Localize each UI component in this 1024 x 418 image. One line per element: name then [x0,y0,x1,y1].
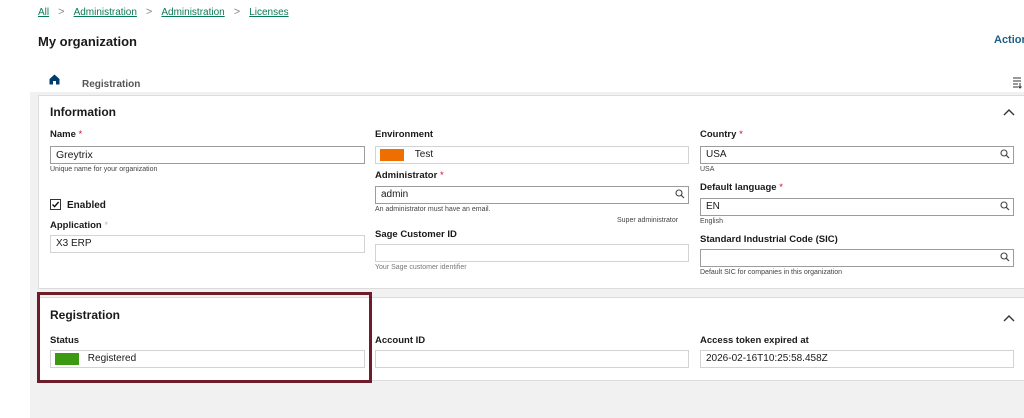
default-language-help: English [700,218,723,225]
country-help: USA [700,166,715,173]
chevron-up-icon[interactable] [1003,105,1015,119]
required-mark: * [739,129,743,140]
enabled-checkbox[interactable] [50,199,61,210]
enabled-label: Enabled [67,200,106,211]
default-language-label-text: Default language [700,182,777,193]
search-icon[interactable] [675,189,685,203]
breadcrumb-separator: > [233,6,241,18]
breadcrumb-licenses[interactable]: Licenses [249,7,288,18]
environment-label: Environment [375,129,434,140]
breadcrumb-all[interactable]: All [38,7,49,18]
breadcrumb: All > Administration > Administration > … [38,6,289,18]
breadcrumb-administration[interactable]: Administration [74,7,137,18]
sic-field[interactable] [700,249,1014,267]
section-title: Information [50,105,116,119]
default-language-value: EN [706,201,720,212]
name-label-text: Name [50,129,76,140]
administrator-role-hint: Super administrator [617,217,679,224]
application-field: X3 ERP [50,235,365,253]
access-token-label: Access token expired at [700,335,809,346]
sic-label: Standard Industrial Code (SIC) [700,234,838,245]
country-label: Country * [700,129,743,140]
search-icon[interactable] [1000,201,1010,215]
environment-field: Test [375,146,689,164]
administrator-field[interactable]: admin [375,186,689,204]
account-id-field [375,350,689,368]
check-icon [52,201,60,208]
environment-color-swatch [380,149,404,161]
required-mark: * [78,129,83,140]
administrator-label: Administrator * [375,170,444,181]
chevron-up-icon[interactable] [1003,311,1015,325]
search-icon[interactable] [1000,149,1010,163]
default-language-field[interactable]: EN [700,198,1014,216]
page-title: My organization [38,34,137,49]
highlight-box [37,292,372,383]
name-label: Name * [50,129,82,140]
administrator-help: An administrator must have an email. [375,206,491,213]
information-section: Information Name * Greytrix Unique name … [38,95,1024,289]
application-label-text: Application [50,220,102,231]
sage-customer-id-help: Your Sage customer identifier [375,264,467,271]
actions-button[interactable]: Actions [994,34,1024,46]
breadcrumb-separator: > [58,6,65,18]
administrator-label-text: Administrator [375,170,438,181]
account-id-label: Account ID [375,335,426,346]
name-help: Unique name for your organization [50,166,158,173]
access-token-field: 2026-02-16T10:25:58.458Z [700,350,1014,368]
name-field[interactable]: Greytrix [50,146,365,164]
environment-value: Test [414,149,434,160]
breadcrumb-separator: > [145,6,153,18]
country-label-text: Country [700,129,737,140]
application-label: Application * [50,220,108,231]
required-mark: * [779,182,783,193]
tab-registration[interactable]: Registration [82,79,140,90]
sic-help: Default SIC for companies in this organi… [700,269,843,276]
country-value: USA [706,149,727,160]
required-mark: * [439,170,444,181]
search-icon[interactable] [1000,252,1010,266]
sage-customer-id-field[interactable] [375,244,689,262]
required-mark: * [104,220,109,231]
country-field[interactable]: USA [700,146,1014,164]
sage-customer-id-label: Sage Customer ID [375,229,457,240]
home-icon [49,72,60,90]
administrator-value: admin [381,189,409,200]
tab-bar: Registration [40,72,140,97]
breadcrumb-administration-2[interactable]: Administration [161,7,224,18]
default-language-label: Default language * [700,182,783,193]
